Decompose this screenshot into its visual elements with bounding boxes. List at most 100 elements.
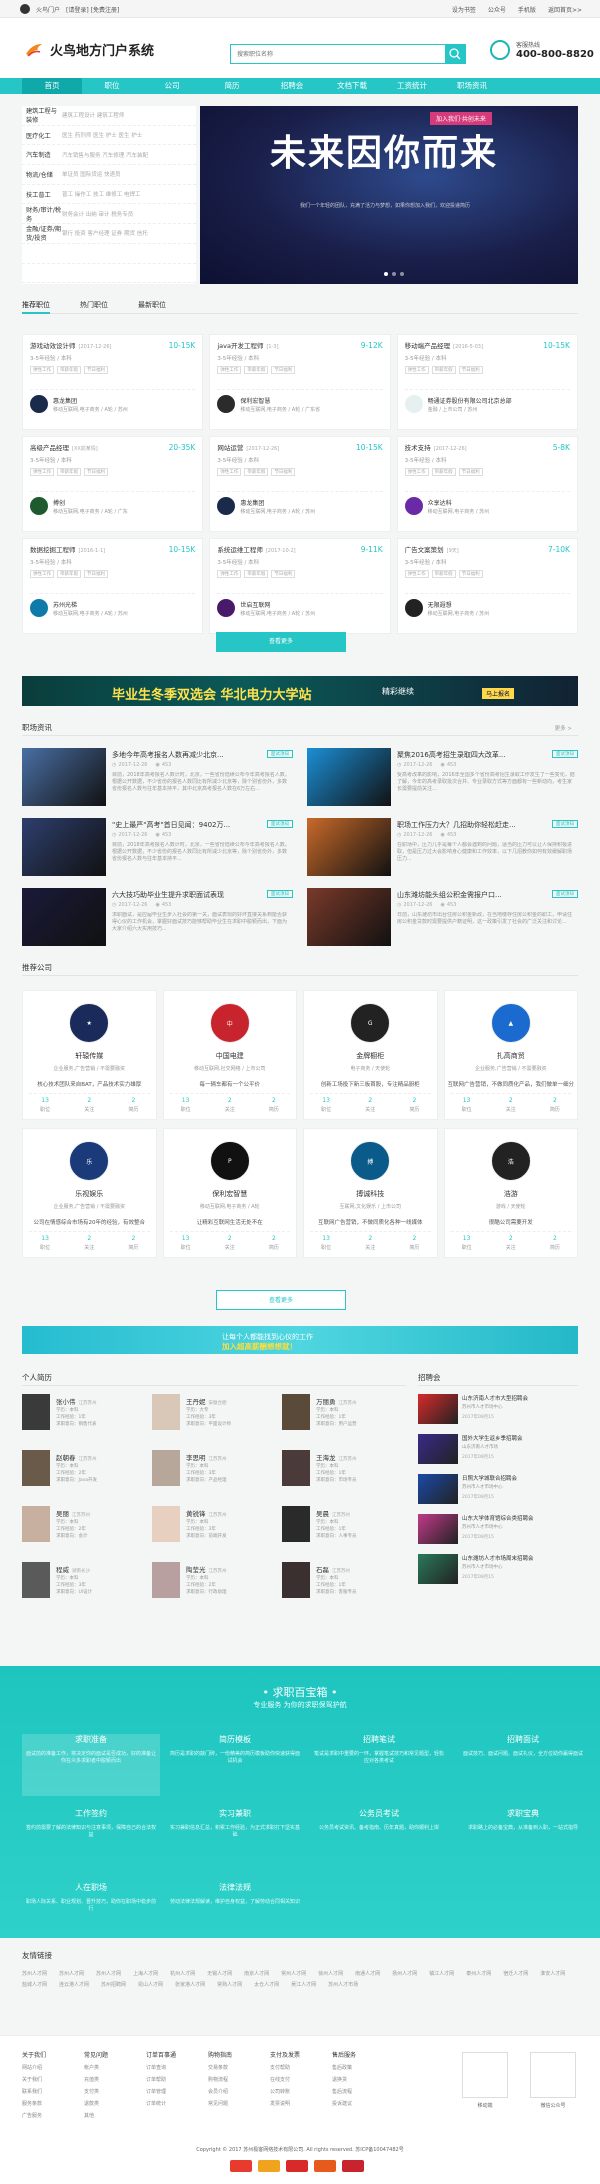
- footer-link[interactable]: 会员介绍: [208, 2088, 232, 2095]
- category-name[interactable]: 物流/仓储: [26, 170, 62, 179]
- resume-photo[interactable]: [22, 1450, 50, 1486]
- footer-link[interactable]: 其他: [84, 2112, 108, 2119]
- footer-link[interactable]: 订单管理: [146, 2088, 176, 2095]
- news-item[interactable]: 职场工作压力大？几招助你轻松赶走... 面试须知 ◷ 2017-12-26 ◉ 453 在职…: [307, 818, 578, 880]
- job-company[interactable]: 惠龙集团: [240, 498, 264, 507]
- footer-link[interactable]: 广告服务: [22, 2112, 46, 2119]
- footer-link[interactable]: 发票说明: [270, 2100, 300, 2107]
- resume-name[interactable]: 赵朝春 江苏苏州: [56, 1452, 97, 1462]
- footer-link[interactable]: 联系我们: [22, 2088, 46, 2095]
- friend-link[interactable]: 泰州人才网: [466, 1970, 491, 1977]
- job-fair-title[interactable]: 山东济南人才市大型招聘会: [462, 1394, 578, 1402]
- mobile-link[interactable]: 手机版: [518, 5, 536, 14]
- company-logo[interactable]: [30, 497, 48, 515]
- cert-badge[interactable]: [230, 2160, 252, 2172]
- footer-link[interactable]: 支付帮助: [270, 2064, 300, 2071]
- category-row[interactable]: 财务/审计/税务 财务会计 出纳 审计 税务专员: [22, 204, 196, 225]
- news-item[interactable]: "史上最严"高考"首日见闻：9402万... 面试须知 ◷ 2017-12-26 ◉ 45…: [22, 818, 293, 880]
- company-stat[interactable]: 2 简历: [550, 1097, 560, 1113]
- news-thumbnail[interactable]: [22, 818, 106, 876]
- cert-badge[interactable]: [286, 2160, 308, 2172]
- treasure-item[interactable]: 简历模板 简历是求职的敲门砖，一份精美的简历模板助你快速获得面试机会: [166, 1734, 304, 1796]
- job-card[interactable]: 高级产品经理 [XX前某情] 20-35K 3-5年经验 / 本科 弹性工作 带薪年假 节日…: [22, 436, 204, 532]
- resume-name[interactable]: 王海龙 江苏苏州: [316, 1452, 357, 1462]
- resume-name-text[interactable]: 黄锐锋: [186, 1510, 206, 1518]
- friend-link[interactable]: 张家港人才网: [175, 1981, 205, 1988]
- job-company[interactable]: 畅通证券股份有限公司北京总部: [428, 396, 512, 405]
- company-card[interactable]: 中中国电建 移动互联网,社交网络 / 上市公司 每一辆车都有一个公平价 13 职位 2 关注…: [162, 990, 297, 1120]
- company-name[interactable]: 浩游: [445, 1189, 578, 1199]
- company-stat[interactable]: 2 关注: [84, 1235, 94, 1251]
- treasure-item-title[interactable]: 人在职场: [22, 1882, 160, 1893]
- news-title[interactable]: 聚焦2016高考招生录取四大改革...: [397, 750, 547, 760]
- footer-link[interactable]: 购物流程: [208, 2076, 232, 2083]
- resume-name-text[interactable]: 王丹妮: [186, 1398, 206, 1406]
- company-stat[interactable]: 2 关注: [84, 1097, 94, 1113]
- friend-link[interactable]: 吴江人才网: [291, 1981, 316, 1988]
- nav-news[interactable]: 职场资讯: [442, 78, 502, 94]
- friend-link[interactable]: 苏州人才网: [22, 1970, 47, 1977]
- company-stat[interactable]: 2 简历: [269, 1097, 279, 1113]
- friend-link[interactable]: 淮安人才网: [540, 1970, 565, 1977]
- news-thumbnail[interactable]: [22, 748, 106, 806]
- friend-link[interactable]: 常州人才网: [281, 1970, 306, 1977]
- resume-name[interactable]: 吴丽 江苏苏州: [56, 1508, 90, 1518]
- nav-salary[interactable]: 工资统计: [382, 78, 442, 94]
- resume-card[interactable]: 王丹妮 安徽合肥 学历：大专 工作经验：3年 求职意向：平面设计师: [152, 1394, 276, 1444]
- friend-link[interactable]: 南通人才网: [355, 1970, 380, 1977]
- news-item[interactable]: 聚焦2016高考招生录取四大改革... 面试须知 ◷ 2017-12-26 ◉ 453 受高…: [307, 748, 578, 810]
- treasure-item[interactable]: 求职准备 面试前的准备工作，将决定你的面试是否成功，好的准备让你在众多求职者中脱颖…: [22, 1734, 160, 1796]
- resume-name-text[interactable]: 赵朝春: [56, 1454, 76, 1462]
- jobs-more-button[interactable]: 查看更多: [216, 632, 346, 652]
- friend-link[interactable]: 南京人才网: [244, 1970, 269, 1977]
- company-name[interactable]: 保利宏智慧: [164, 1189, 297, 1199]
- job-company[interactable]: 世启互联网: [240, 600, 270, 609]
- company-name[interactable]: 轩辕传媒: [23, 1051, 156, 1061]
- company-stat[interactable]: 2 简历: [128, 1097, 138, 1113]
- job-title-text[interactable]: java开发工程师: [217, 342, 263, 350]
- category-subs[interactable]: 汽车销售与服务 汽车修理 汽车装配: [62, 151, 192, 159]
- category-row[interactable]: 技工普工 普工 操作工 技工 维修工 电焊工: [22, 185, 196, 205]
- job-company[interactable]: 惠龙集团: [53, 396, 77, 405]
- category-subs[interactable]: 建筑工程设计 建筑工程师: [62, 111, 192, 119]
- footer-link[interactable]: 服务条款: [22, 2100, 46, 2107]
- job-title[interactable]: 技术支持 [2017-12-26]: [405, 442, 570, 452]
- company-logo[interactable]: ▲: [490, 1003, 531, 1043]
- resume-photo[interactable]: [152, 1506, 180, 1542]
- company-logo[interactable]: G: [350, 1003, 391, 1043]
- category-subs[interactable]: 财务会计 出纳 审计 税务专员: [62, 210, 192, 218]
- news-thumbnail[interactable]: [22, 888, 106, 946]
- friend-link[interactable]: 昆山人才网: [138, 1981, 163, 1988]
- ad-banner-career-fair[interactable]: 毕业生冬季双选会 华北电力大学站 精彩继续 马上报名: [22, 676, 578, 706]
- treasure-item[interactable]: 招聘笔试 笔试是求职中重要的一环，掌握笔试技巧和常见题型，轻松应对各类考试: [310, 1734, 448, 1796]
- category-name[interactable]: 汽车制造: [26, 150, 62, 159]
- friend-link[interactable]: 宿迁人才网: [503, 1970, 528, 1977]
- job-title-text[interactable]: 游戏动效设计师: [30, 342, 76, 350]
- category-row[interactable]: [22, 264, 196, 284]
- treasure-item-title[interactable]: 实习兼职: [166, 1808, 304, 1819]
- footer-link[interactable]: 售后流程: [332, 2088, 356, 2095]
- logo[interactable]: 火鸟地方门户系统: [24, 40, 154, 59]
- job-company[interactable]: 保利宏智慧: [240, 396, 270, 405]
- friend-link[interactable]: 上海人才网: [133, 1970, 158, 1977]
- resume-name[interactable]: 张小伟 江苏苏州: [56, 1396, 97, 1406]
- carousel-dots[interactable]: [384, 272, 404, 276]
- hero-banner[interactable]: 加入我们·共创未来 未来因你而来 我们一个年轻的团队，充满了活力与梦想，如果你想…: [200, 106, 578, 284]
- cert-badge[interactable]: [258, 2160, 280, 2172]
- company-logo[interactable]: [217, 599, 236, 617]
- tab-recommended[interactable]: 推荐职位: [22, 298, 50, 314]
- resume-name-text[interactable]: 万丽勇: [316, 1398, 336, 1406]
- job-title-text[interactable]: 技术支持: [405, 444, 431, 452]
- company-card[interactable]: 浩浩游 游戏 / 天使轮 很酷公司需要开发 13 职位 2 关注 2 简历: [443, 1128, 578, 1258]
- job-fair-item[interactable]: 山东大学体育馆综合类招聘会 苏州市人才市场中心 2017年08月15: [418, 1514, 578, 1548]
- footer-link[interactable]: 支付类: [84, 2088, 108, 2095]
- treasure-item-title[interactable]: 法律法规: [166, 1882, 304, 1893]
- footer-link[interactable]: 订单帮助: [146, 2076, 176, 2083]
- company-stat[interactable]: 13 职位: [40, 1097, 50, 1113]
- job-fair-title[interactable]: 日照大学城联合招聘会: [462, 1474, 578, 1482]
- category-row[interactable]: 金融/证券/期货/投资 银行 投资 客户经理 证券 期货 信托: [22, 224, 196, 244]
- company-stat[interactable]: 13 职位: [321, 1235, 331, 1251]
- news-title[interactable]: 多地今年高考报名人数再减少北京...: [112, 750, 262, 760]
- news-thumbnail[interactable]: [307, 818, 391, 876]
- job-company[interactable]: 搏创: [53, 498, 65, 507]
